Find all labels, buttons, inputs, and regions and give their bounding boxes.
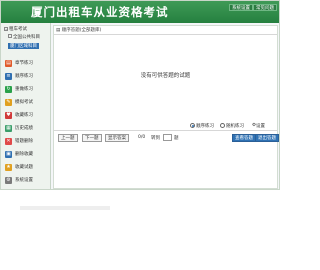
prev-button[interactable]: 上一题 (58, 134, 78, 142)
exam-icon: ✎ (5, 98, 12, 106)
divider (54, 34, 277, 35)
radio-label: 随机练习 (226, 123, 244, 129)
tree-root[interactable]: −租车考试 (4, 26, 27, 32)
redo-icon: ↻ (5, 85, 12, 93)
title-bar: 厦门出租车从业资格考试 系统设置 常见问题 (1, 1, 279, 23)
radio-icon[interactable] (220, 123, 225, 128)
checkbox-icon[interactable] (8, 34, 12, 38)
menu-label: 顺序练习 (15, 74, 33, 79)
menu-label: 模拟考试 (15, 100, 33, 105)
tree-item-label: 全国公共科目 (13, 35, 40, 40)
app-window: 厦门出租车从业资格考试 系统设置 常见问题 −租车考试 全国公共科目 厦门区域科… (0, 0, 280, 190)
list-icon: ▤ (56, 28, 61, 33)
app-title: 厦门出租车从业资格考试 (31, 5, 169, 19)
menu-history-scores[interactable]: ▦ 历史成绩 (5, 122, 49, 134)
sidebar: −租车考试 全国公共科目 厦门区域科目 ▤ 章节练习 ≡ 顺序练习 ↻ 重做练习… (1, 23, 51, 189)
jump-input[interactable] (163, 134, 172, 141)
question-counter: 0/0 (138, 135, 146, 140)
radio-random[interactable]: 随机练习 (220, 122, 244, 129)
tree-item-xiamen[interactable]: 厦门区域科目 (8, 43, 39, 49)
menu-delete-favorites[interactable]: ▣ 删除收藏 (5, 148, 49, 160)
remove-fav-icon: ▣ (5, 150, 12, 158)
settings-label: 设置 (256, 123, 266, 129)
menu-label: 收藏试题 (15, 165, 33, 170)
menu-label: 删除收藏 (15, 152, 33, 157)
empty-message: 没有可供答题的试题 (140, 73, 191, 79)
menu-label: 重做练习 (15, 87, 33, 92)
content-panel: ▤ 顺序答题(全部题库) 没有可供答题的试题 顺序练习 随机练习 ⚙ 设置 上一… (53, 25, 279, 189)
tree-item-national[interactable]: 全国公共科目 (8, 34, 40, 40)
next-button[interactable]: 下一题 (82, 134, 102, 142)
favorite-icon: ♥ (5, 111, 12, 119)
tree-item-label: 厦门区域科目 (10, 44, 37, 49)
sequence-icon: ≡ (5, 72, 12, 80)
menu-delete-wrong[interactable]: ✕ 错题删除 (5, 135, 49, 147)
collapse-icon[interactable]: − (4, 27, 8, 31)
radio-label: 顺序练习 (196, 123, 214, 129)
options-settings[interactable]: ⚙ 设置 (252, 122, 265, 129)
show-answer-button[interactable]: 显示答案 (105, 134, 129, 142)
background-strip (20, 206, 110, 210)
radio-selected-icon[interactable] (190, 123, 195, 128)
jump-suffix: 题 (174, 136, 179, 141)
submit-button[interactable]: 查看答题 (232, 134, 256, 142)
menu-redo-practice[interactable]: ↻ 重做练习 (5, 83, 49, 95)
menu-favorite-questions[interactable]: ★ 收藏试题 (5, 161, 49, 173)
menu-label: 章节练习 (15, 61, 33, 66)
menu-label: 历史成绩 (15, 126, 33, 131)
star-icon: ★ (5, 163, 12, 171)
divider (54, 130, 277, 131)
settings-button[interactable]: 系统设置 (229, 4, 253, 11)
radio-sequence[interactable]: 顺序练习 (190, 122, 214, 129)
menu-sequence-practice[interactable]: ≡ 顺序练习 (5, 70, 49, 82)
settings-icon: ⚙ (5, 176, 12, 184)
chapter-icon: ▤ (5, 59, 12, 67)
jump-label: 转到 (151, 136, 160, 141)
exit-button[interactable]: 退出答题 (255, 134, 279, 142)
menu-label: 错题删除 (15, 139, 33, 144)
menu-favorite-practice[interactable]: ♥ 收藏练习 (5, 109, 49, 121)
breadcrumb-label: 顺序答题(全部题库) (61, 28, 102, 33)
history-icon: ▦ (5, 124, 12, 132)
delete-icon: ✕ (5, 137, 12, 145)
menu-chapter-practice[interactable]: ▤ 章节练习 (5, 57, 49, 69)
breadcrumb: ▤ 顺序答题(全部题库) (56, 27, 101, 33)
menu-mock-exam[interactable]: ✎ 模拟考试 (5, 96, 49, 108)
menu-label: 系统设置 (15, 178, 33, 183)
menu-label: 收藏练习 (15, 113, 33, 118)
tree-root-label: 租车考试 (9, 27, 27, 32)
menu-system-settings[interactable]: ⚙ 系统设置 (5, 174, 49, 186)
help-button[interactable]: 常见问题 (253, 4, 277, 11)
